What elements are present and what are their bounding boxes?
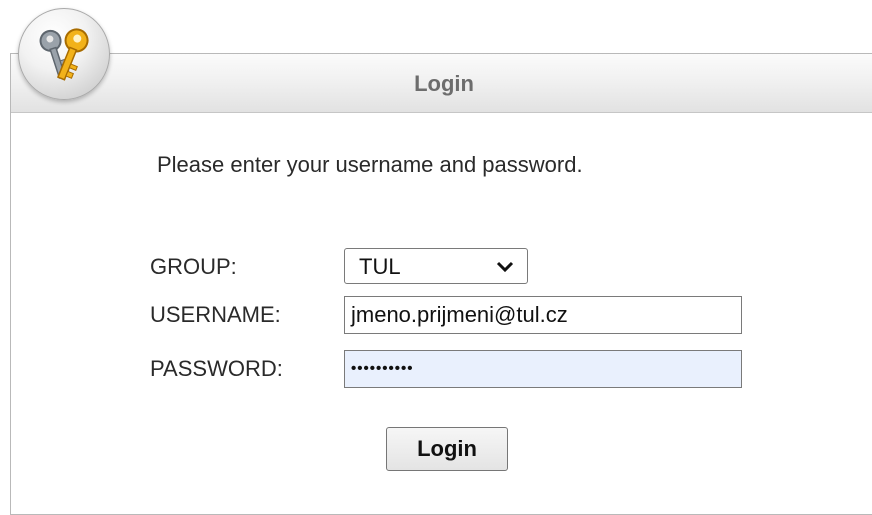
group-selected-value: TUL [359,254,401,279]
username-label: USERNAME: [150,302,281,327]
chevron-down-icon [496,261,514,273]
login-button[interactable]: Login [386,427,508,471]
username-row: USERNAME: jmeno.prijmeni@tul.cz [150,296,750,334]
login-instructions: Please enter your username and password. [157,152,583,177]
group-row: GROUP: TUL [150,248,750,286]
login-header: Login [11,54,872,113]
password-label: PASSWORD: [150,356,283,381]
username-input[interactable]: jmeno.prijmeni@tul.cz [344,296,742,334]
login-title: Login [414,71,474,96]
password-input[interactable]: •••••••••• [344,350,742,388]
group-select[interactable]: TUL [344,248,528,284]
keys-icon [18,8,110,100]
group-label: GROUP: [150,254,237,279]
password-row: PASSWORD: •••••••••• [150,350,750,388]
